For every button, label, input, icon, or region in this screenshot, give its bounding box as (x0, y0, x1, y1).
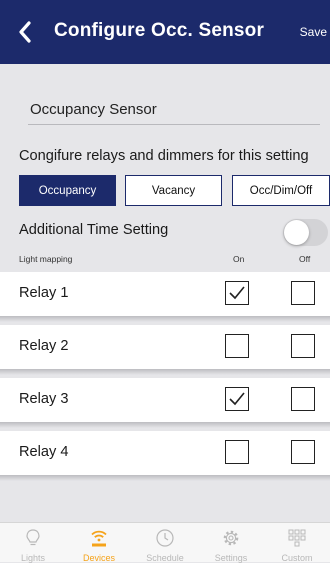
additional-time-toggle[interactable] (283, 219, 328, 246)
grid-icon (288, 529, 306, 547)
checkmark-icon (229, 392, 245, 406)
tab-devices[interactable]: Devices (66, 523, 132, 563)
relay-row: Relay 2 (0, 325, 330, 369)
gear-icon (223, 530, 239, 546)
mode-vacancy-button[interactable]: Vacancy (125, 175, 222, 206)
bulb-icon (26, 529, 40, 546)
save-button[interactable]: Save (300, 25, 327, 39)
bottom-tab-bar: Lights Devices Schedule Settings Custom (0, 522, 330, 563)
relay-row: Relay 1 (0, 272, 330, 316)
wireless-icon (91, 530, 107, 547)
row-divider (0, 422, 330, 428)
clock-icon (156, 529, 174, 547)
tab-custom[interactable]: Custom (264, 523, 330, 563)
tab-label: Settings (214, 553, 248, 563)
off-column-header: Off (299, 254, 311, 264)
relay-row: Relay 4 (0, 431, 330, 475)
mode-occ-dim-off-button[interactable]: Occ/Dim/Off (232, 175, 330, 206)
relay-label: Relay 2 (19, 338, 69, 354)
relay-4-off-checkbox[interactable] (291, 440, 315, 464)
relay-4-on-checkbox[interactable] (225, 440, 249, 464)
tab-label: Custom (281, 553, 313, 563)
back-button[interactable] (12, 18, 38, 46)
mode-occupancy-button[interactable]: Occupancy (19, 175, 116, 206)
tab-label: Devices (82, 553, 115, 563)
toggle-knob (284, 220, 309, 245)
additional-time-label: Additional Time Setting (19, 222, 169, 238)
relay-1-on-checkbox[interactable] (225, 281, 249, 305)
row-divider (0, 369, 330, 375)
page-title: Configure Occ. Sensor (54, 20, 265, 41)
tab-settings[interactable]: Settings (198, 523, 264, 563)
checkmark-icon (229, 286, 245, 300)
row-divider (0, 316, 330, 322)
sensor-name-value: Occupancy Sensor (30, 101, 157, 118)
relay-1-off-checkbox[interactable] (291, 281, 315, 305)
tab-lights[interactable]: Lights (0, 523, 66, 563)
relay-row: Relay 3 (0, 378, 330, 422)
main-content: Occupancy Sensor Congifure relays and di… (0, 64, 330, 522)
relay-3-on-checkbox[interactable] (225, 387, 249, 411)
tab-label: Lights (20, 553, 46, 563)
relay-label: Relay 1 (19, 285, 69, 301)
light-mapping-header: Light mapping (19, 254, 73, 264)
on-column-header: On (233, 254, 245, 264)
nav-header: Configure Occ. Sensor Save (0, 0, 330, 64)
relay-2-on-checkbox[interactable] (225, 334, 249, 358)
configure-instructions: Congifure relays and dimmers for this se… (19, 148, 309, 164)
chevron-left-icon (19, 21, 31, 43)
relay-label: Relay 4 (19, 444, 69, 460)
tab-label: Schedule (146, 553, 184, 563)
sensor-name-field[interactable]: Occupancy Sensor (28, 98, 320, 125)
row-divider (0, 475, 330, 481)
tab-schedule[interactable]: Schedule (132, 523, 198, 563)
relay-3-off-checkbox[interactable] (291, 387, 315, 411)
relay-2-off-checkbox[interactable] (291, 334, 315, 358)
relay-label: Relay 3 (19, 391, 69, 407)
